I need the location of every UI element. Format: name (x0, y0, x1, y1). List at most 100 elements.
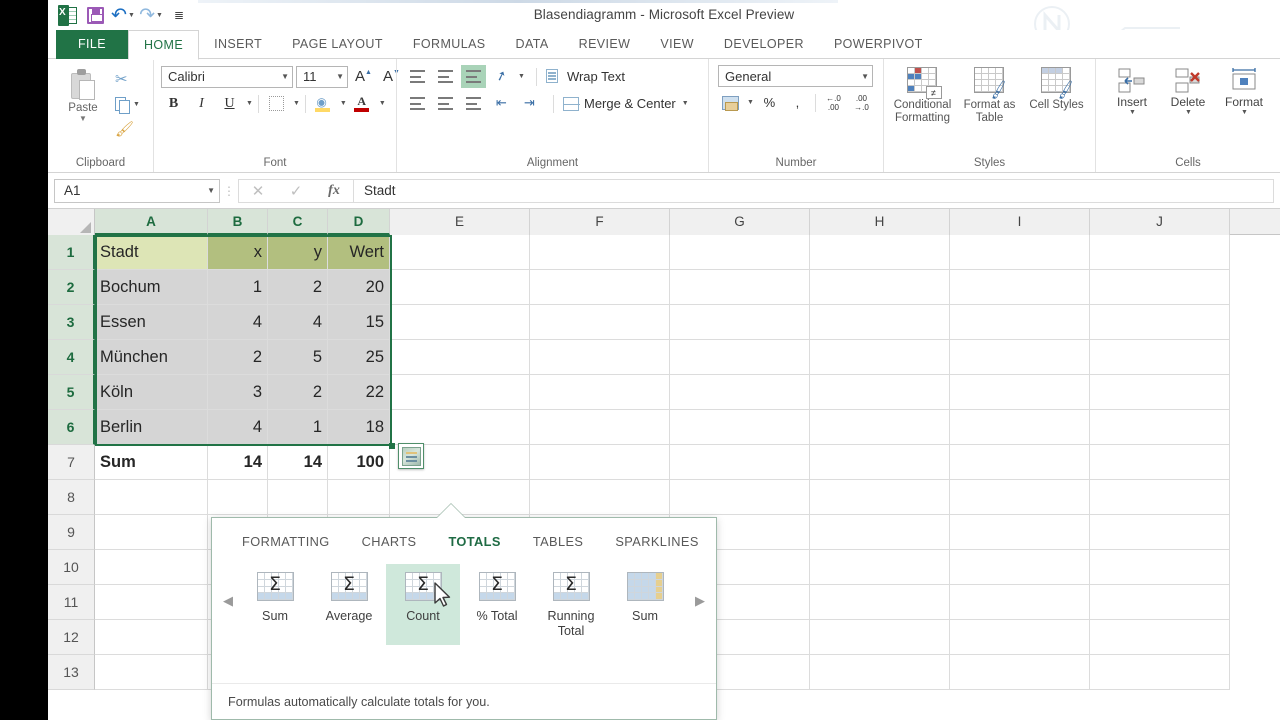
cell-g5[interactable] (670, 375, 810, 410)
cell-h1[interactable] (810, 235, 950, 270)
cell-h4[interactable] (810, 340, 950, 375)
copy-button[interactable]: ▼ (113, 93, 142, 115)
cell-c1[interactable]: y (268, 235, 328, 270)
borders-button[interactable] (264, 92, 289, 115)
cell-d4[interactable]: 25 (328, 340, 390, 375)
align-left-button[interactable] (405, 92, 430, 115)
paste-dropdown-icon[interactable]: ▼ (79, 114, 87, 123)
format-cells-button[interactable]: Format ▼ (1216, 65, 1272, 116)
cell-a11[interactable] (95, 585, 208, 620)
decrease-decimal-button[interactable]: .00 →.0 (849, 91, 874, 114)
format-as-table-button[interactable]: 🖌 Format as Table (956, 65, 1023, 125)
cell-h9[interactable] (810, 515, 950, 550)
cell-i6[interactable] (950, 410, 1090, 445)
qa-tab-formatting[interactable]: FORMATTING (226, 534, 346, 549)
orientation-button[interactable]: ➚ (489, 65, 514, 88)
align-middle-button[interactable] (433, 65, 458, 88)
cell-h7[interactable] (810, 445, 950, 480)
qa-item-percent-total[interactable]: Σ % Total (460, 564, 534, 645)
row-header-7[interactable]: 7 (48, 445, 95, 480)
cell-a1[interactable]: Stadt (95, 235, 208, 270)
delete-cells-button[interactable]: Delete ▼ (1160, 65, 1216, 116)
font-size-combo[interactable]: 11 ▼ (296, 65, 348, 88)
merge-center-button[interactable]: Merge & Center ▼ (559, 92, 693, 115)
decrease-indent-button[interactable]: ⇤ (489, 92, 514, 115)
cell-g3[interactable] (670, 305, 810, 340)
cell-c7[interactable]: 14 (268, 445, 328, 480)
cell-j6[interactable] (1090, 410, 1230, 445)
delete-dropdown-icon[interactable]: ▼ (1185, 109, 1192, 116)
cell-e3[interactable] (390, 305, 530, 340)
column-header-e[interactable]: E (390, 209, 530, 235)
tab-data[interactable]: DATA (501, 30, 564, 59)
cell-j3[interactable] (1090, 305, 1230, 340)
selection-fill-handle[interactable] (389, 443, 395, 449)
cell-a13[interactable] (95, 655, 208, 690)
row-header-4[interactable]: 4 (48, 340, 95, 375)
merge-dropdown-icon[interactable]: ▼ (682, 100, 689, 107)
cell-d6[interactable]: 18 (328, 410, 390, 445)
row-header-5[interactable]: 5 (48, 375, 95, 410)
cut-button[interactable]: ✂ (113, 68, 142, 90)
cell-b8[interactable] (208, 480, 268, 515)
row-header-8[interactable]: 8 (48, 480, 95, 515)
cell-g1[interactable] (670, 235, 810, 270)
cell-f4[interactable] (530, 340, 670, 375)
cell-i12[interactable] (950, 620, 1090, 655)
cell-b2[interactable]: 1 (208, 270, 268, 305)
cell-j4[interactable] (1090, 340, 1230, 375)
cell-b4[interactable]: 2 (208, 340, 268, 375)
align-right-button[interactable] (461, 92, 486, 115)
cancel-entry-icon[interactable]: ✕ (239, 182, 277, 200)
column-header-d[interactable]: D (328, 209, 390, 235)
tab-view[interactable]: VIEW (645, 30, 709, 59)
cell-g8[interactable] (670, 480, 810, 515)
cell-a6[interactable]: Berlin (95, 410, 208, 445)
number-format-combo[interactable]: General ▼ (718, 65, 873, 87)
cell-e4[interactable] (390, 340, 530, 375)
cell-d5[interactable]: 22 (328, 375, 390, 410)
increase-decimal-button[interactable]: ←.0.00 (821, 91, 846, 114)
column-header-b[interactable]: B (208, 209, 268, 235)
cell-h12[interactable] (810, 620, 950, 655)
cell-i13[interactable] (950, 655, 1090, 690)
insert-dropdown-icon[interactable]: ▼ (1129, 109, 1136, 116)
cell-e6[interactable] (390, 410, 530, 445)
cell-a8[interactable] (95, 480, 208, 515)
qa-item-running-total[interactable]: Σ Running Total (534, 564, 608, 645)
font-name-combo[interactable]: Calibri ▼ (161, 65, 293, 88)
cell-i11[interactable] (950, 585, 1090, 620)
underline-dropdown-icon[interactable]: ▼ (246, 100, 253, 107)
tab-home[interactable]: HOME (128, 30, 200, 60)
cell-b3[interactable]: 4 (208, 305, 268, 340)
grow-font-button[interactable]: A ▲ (351, 65, 376, 88)
cell-e1[interactable] (390, 235, 530, 270)
column-header-a[interactable]: A (95, 209, 208, 235)
tab-review[interactable]: REVIEW (564, 30, 646, 59)
cell-j5[interactable] (1090, 375, 1230, 410)
fill-color-button[interactable]: ◉ (311, 92, 336, 115)
cell-a5[interactable]: Köln (95, 375, 208, 410)
column-header-c[interactable]: C (268, 209, 328, 235)
paste-button[interactable]: Paste ▼ (53, 65, 113, 123)
cell-i3[interactable] (950, 305, 1090, 340)
cell-g6[interactable] (670, 410, 810, 445)
cell-g2[interactable] (670, 270, 810, 305)
cell-j2[interactable] (1090, 270, 1230, 305)
cell-c6[interactable]: 1 (268, 410, 328, 445)
cell-c2[interactable]: 2 (268, 270, 328, 305)
qa-item-sum-column[interactable]: Sum (608, 564, 682, 645)
row-header-2[interactable]: 2 (48, 270, 95, 305)
cell-i1[interactable] (950, 235, 1090, 270)
accounting-format-button[interactable] (718, 91, 743, 114)
cell-h13[interactable] (810, 655, 950, 690)
cell-a2[interactable]: Bochum (95, 270, 208, 305)
select-all-corner[interactable] (48, 209, 95, 235)
cell-j13[interactable] (1090, 655, 1230, 690)
cell-j12[interactable] (1090, 620, 1230, 655)
cell-e5[interactable] (390, 375, 530, 410)
cell-g7[interactable] (670, 445, 810, 480)
formula-input[interactable]: Stadt (354, 178, 1274, 203)
align-center-button[interactable] (433, 92, 458, 115)
font-color-dropdown-icon[interactable]: ▼ (379, 100, 386, 107)
